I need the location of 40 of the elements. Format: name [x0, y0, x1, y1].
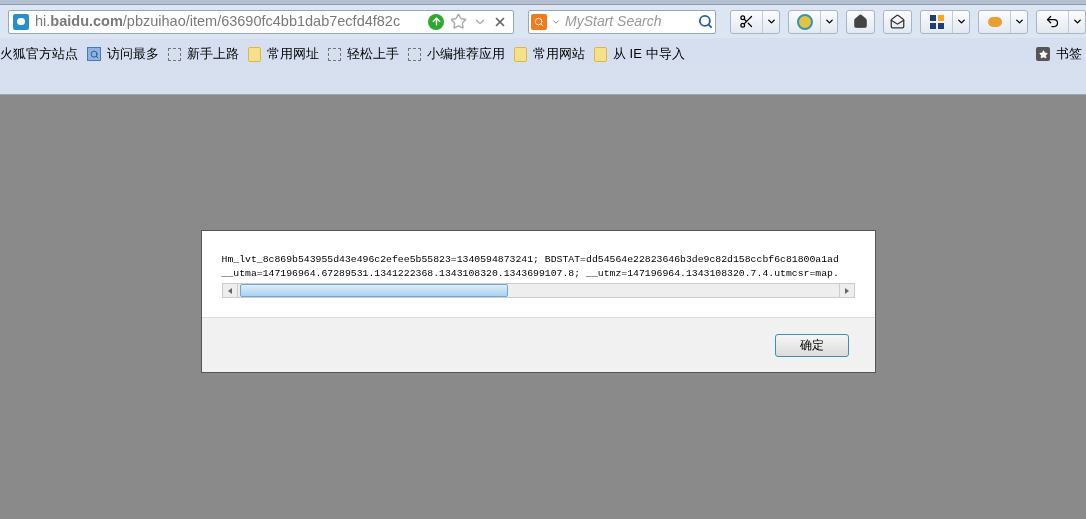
- message-text: Hm_lvt_8c869b543955d43e496c2efee5b55823=1340594873241; BDSTAT=dd54564e22823646b3de9c82d158ccbf6c81800a1ad: [221, 253, 839, 267]
- mail-button[interactable]: [883, 9, 912, 34]
- address-field[interactable]: hi.baidu.com/pbzuihao/item/63690fc4bb1dab7ecfd4f82c: [8, 9, 514, 34]
- bookmark-item[interactable]: 常用网址: [267, 44, 319, 64]
- folder-icon: [514, 46, 527, 62]
- bookmark-item[interactable]: 小编推荐应用: [427, 44, 505, 64]
- bookmark-star-icon[interactable]: [450, 13, 467, 30]
- bookmark-item[interactable]: 火狐官方站点: [0, 44, 78, 64]
- bookmark-item[interactable]: 新手上路: [187, 44, 239, 64]
- message-text: __utma=147196964.67289531.1341222368.1343108320.1343699107.8; __utmz=147196964.1343108320.7.4.utmcsr=map.: [221, 267, 839, 281]
- bookmark-item[interactable]: 轻松上手: [347, 44, 399, 64]
- open-envelope-icon: [890, 14, 905, 29]
- caret-icon: [1013, 16, 1025, 27]
- dashed-square-icon: [328, 47, 341, 61]
- bookmark-item[interactable]: 常用网站: [533, 44, 585, 64]
- bookmark-item[interactable]: 从 IE 中导入: [613, 44, 685, 64]
- scroll-thumb[interactable]: [239, 284, 508, 297]
- dashed-square-icon: [408, 47, 421, 61]
- search-page-icon: [87, 47, 101, 61]
- caret-icon: [765, 16, 777, 27]
- ok-button[interactable]: 确定: [774, 333, 849, 357]
- search-input[interactable]: MyStart Search: [565, 11, 694, 32]
- undo-icon: [1045, 14, 1060, 29]
- scissors-icon: [739, 14, 754, 29]
- url-text: hi.baidu.com/pbzuihao/item/63690fc4bb1dab7ecfd4f82c: [35, 11, 401, 31]
- caret-icon: [823, 16, 835, 27]
- home-icon: [853, 14, 868, 29]
- home-button[interactable]: [846, 9, 875, 34]
- bookmark-item[interactable]: 访问最多: [107, 44, 159, 64]
- caret-icon: [955, 16, 967, 27]
- caret-icon: [1071, 16, 1083, 27]
- horizontal-scrollbar[interactable]: [221, 283, 855, 298]
- search-engine-icon[interactable]: [531, 13, 547, 30]
- folder-icon: [594, 46, 607, 62]
- star-icon: [1036, 47, 1050, 61]
- bookmarks-menu[interactable]: 书签: [1056, 44, 1082, 64]
- search-icon[interactable]: [698, 14, 713, 29]
- folder-icon: [248, 46, 261, 62]
- search-box[interactable]: MyStart Search: [528, 9, 716, 34]
- dashed-square-icon: [168, 47, 181, 61]
